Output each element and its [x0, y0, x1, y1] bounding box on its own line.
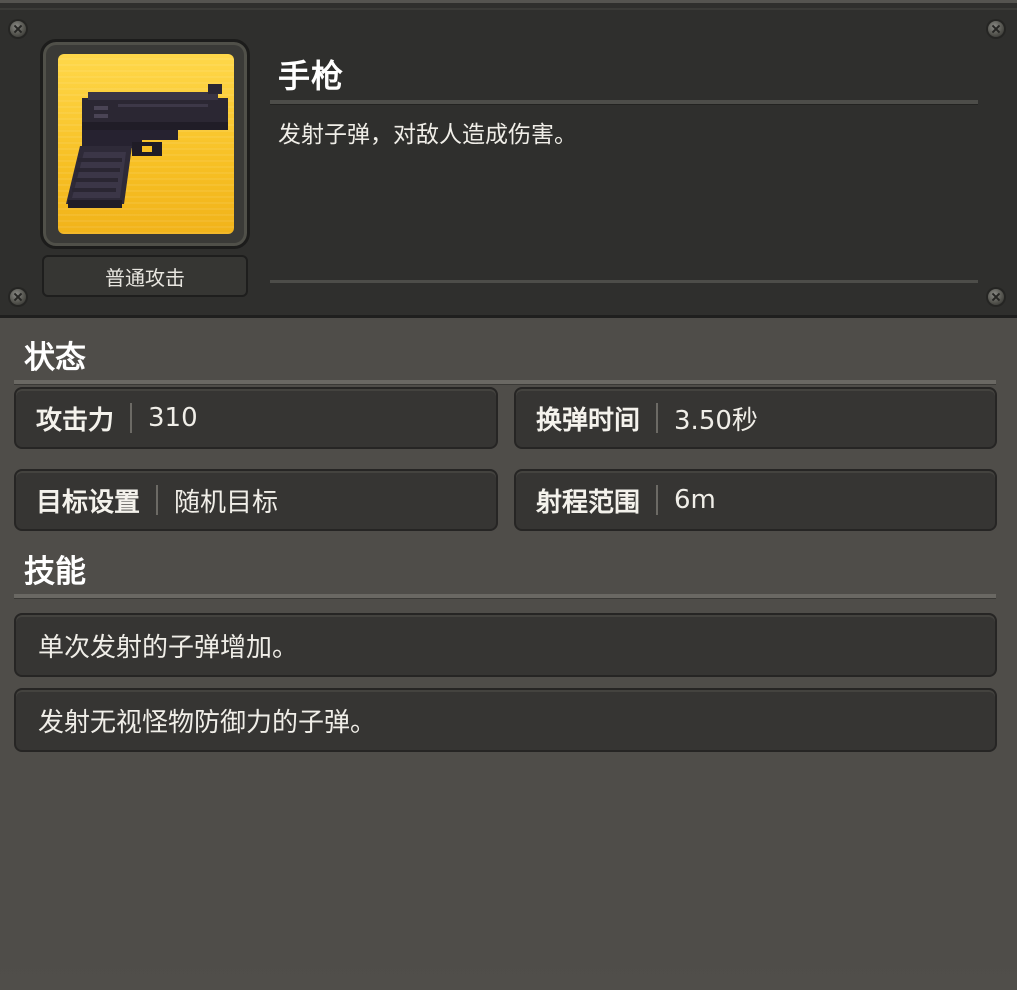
weapon-description: 发射子弹，对敌人造成伤害。	[278, 122, 577, 148]
stat-separator	[156, 485, 159, 515]
skills-divider	[14, 594, 996, 599]
skills-section-title: 技能	[24, 554, 86, 590]
header-top-line	[0, 8, 1017, 10]
stat-separator	[656, 485, 659, 515]
stat-target-setting: 目标设置 随机目标	[14, 469, 498, 531]
weapon-detail-panel: 普通攻击 手枪 发射子弹，对敌人造成伤害。 状态 攻击力 310 换弹时间 3.…	[0, 0, 1017, 990]
stat-attack-power: 攻击力 310	[14, 387, 498, 449]
skill-text: 单次发射的子弹增加。	[38, 632, 299, 663]
stat-value: 3.50秒	[674, 405, 758, 436]
stat-range: 射程范围 6m	[514, 469, 997, 531]
stat-label: 换弹时间	[536, 405, 641, 436]
stat-reload-time: 换弹时间 3.50秒	[514, 387, 997, 449]
weapon-icon-background	[58, 54, 234, 234]
skill-item: 单次发射的子弹增加。	[14, 613, 997, 677]
bottom-fade	[0, 960, 1017, 990]
screw-icon	[988, 21, 1004, 37]
stat-label: 射程范围	[536, 487, 641, 518]
stat-value: 6m	[674, 485, 716, 515]
weapon-icon-frame	[40, 39, 250, 249]
stat-separator	[656, 403, 659, 433]
weapon-header: 普通攻击 手枪 发射子弹，对敌人造成伤害。	[0, 0, 1017, 318]
pistol-icon	[66, 84, 228, 208]
stat-label: 目标设置	[36, 487, 141, 518]
status-section-title: 状态	[24, 340, 86, 376]
screw-icon	[10, 289, 26, 305]
stat-separator	[130, 403, 133, 433]
skill-item: 发射无视怪物防御力的子弹。	[14, 688, 997, 752]
stat-value: 随机目标	[174, 487, 279, 518]
screw-icon	[988, 289, 1004, 305]
stat-value: 310	[148, 403, 198, 433]
header-bottom-divider	[270, 280, 978, 283]
status-divider	[14, 380, 996, 385]
stat-label: 攻击力	[36, 405, 115, 436]
weapon-name: 手枪	[278, 57, 345, 95]
skill-text: 发射无视怪物防御力的子弹。	[38, 707, 377, 738]
screw-icon	[10, 21, 26, 37]
title-divider	[270, 100, 978, 105]
attack-type-badge: 普通攻击	[42, 255, 248, 297]
